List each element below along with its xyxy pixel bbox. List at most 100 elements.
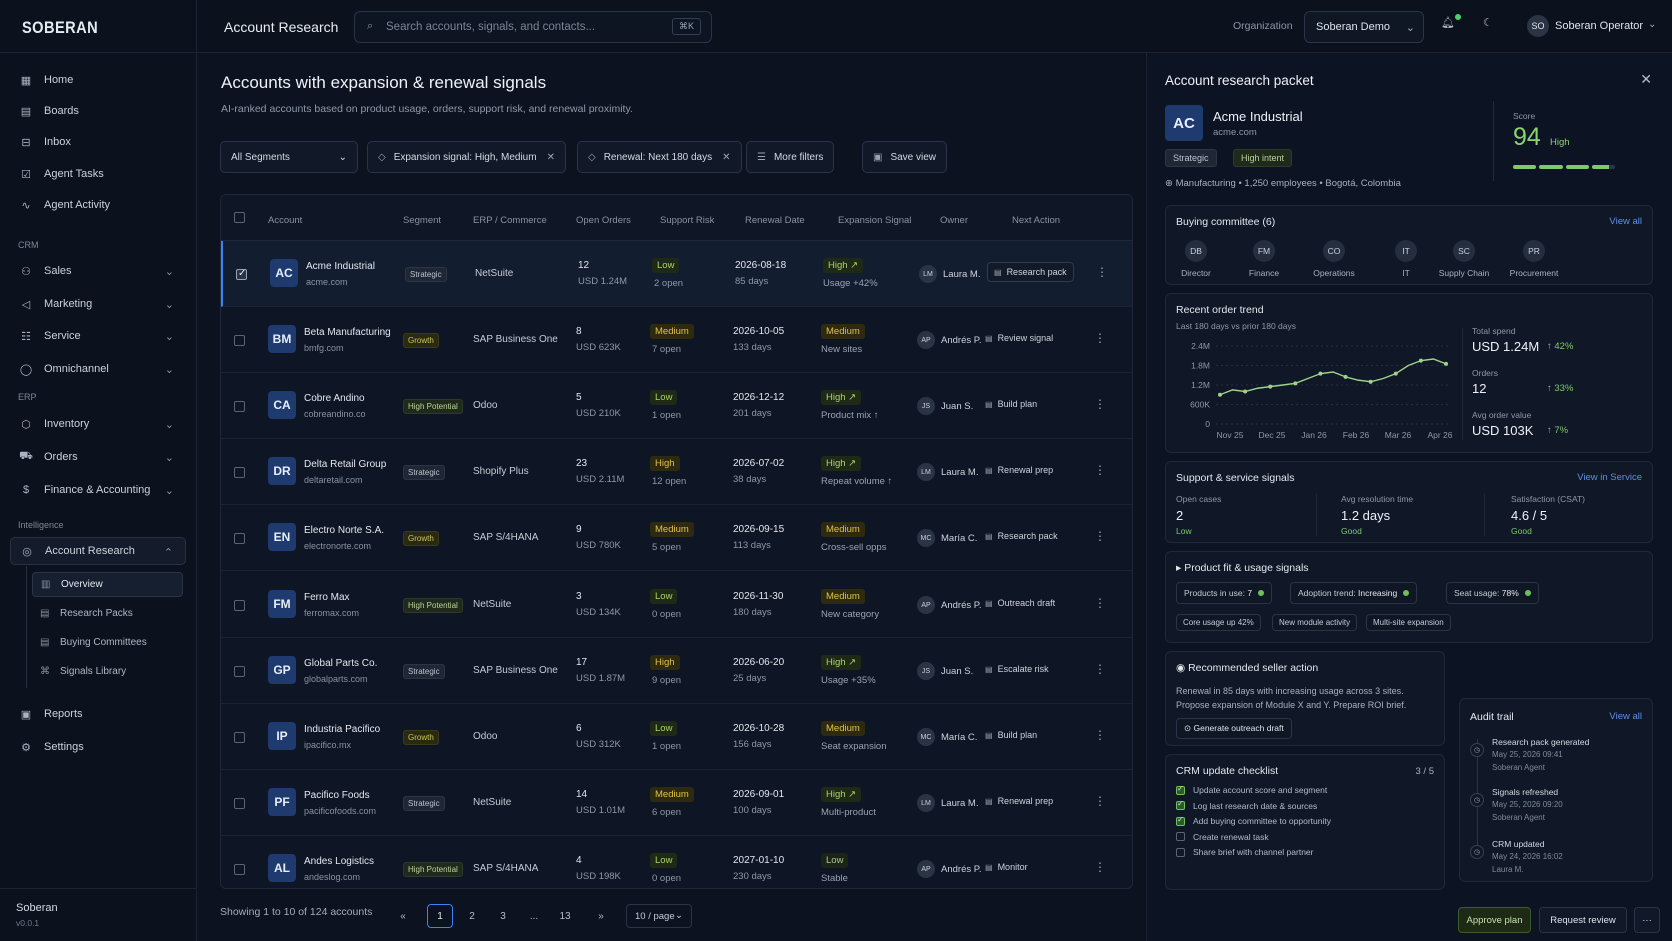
row-menu-icon[interactable]: ⋮: [1094, 596, 1106, 610]
request-review-button[interactable]: Request review: [1539, 907, 1627, 933]
table-row[interactable]: FM Ferro Max ferromax.com High Potential Net…: [221, 572, 1132, 638]
committee-member[interactable]: PR Procurement: [1504, 240, 1564, 278]
row-menu-icon[interactable]: ⋮: [1096, 265, 1108, 279]
user-name[interactable]: Soberan Operator: [1555, 20, 1643, 32]
filter-chip-expansion[interactable]: ◇ Expansion signal: High, Medium ✕: [367, 141, 566, 173]
first-page-button[interactable]: «: [390, 904, 416, 928]
row-menu-icon[interactable]: ⋮: [1094, 860, 1106, 874]
sidebar-item-account-research[interactable]: ◎ Account Research ⌃: [10, 537, 186, 565]
sidebar-item-omnichannel[interactable]: ◯ Omnichannel ⌄: [10, 355, 186, 383]
next-action-button[interactable]: ▤ Build plan: [985, 730, 1037, 740]
checkbox[interactable]: [1176, 847, 1185, 857]
column-header[interactable]: Expansion Signal: [838, 215, 911, 226]
next-action-button[interactable]: ▤ Research pack: [985, 531, 1058, 541]
table-row[interactable]: BM Beta Manufacturing bmfg.com Growth SAP Bu…: [221, 307, 1132, 373]
checklist-item[interactable]: Update account score and segment: [1176, 784, 1327, 795]
table-row[interactable]: CA Cobre Andino cobreandino.co High Potenti…: [221, 373, 1132, 439]
sidebar-subitem-signals-library[interactable]: ⌘ Signals Library: [32, 659, 183, 684]
sidebar-item-marketing[interactable]: ◁ Marketing ⌄: [10, 290, 186, 318]
next-action-button[interactable]: ▤ Review signal: [985, 333, 1053, 343]
sidebar-item-inventory[interactable]: ⬡ Inventory ⌄: [10, 410, 186, 438]
generate-outreach-button[interactable]: ⊙ Generate outreach draft: [1176, 718, 1292, 739]
approve-plan-button[interactable]: Approve plan: [1458, 907, 1531, 933]
per-page-select[interactable]: 10 / page ⌄: [626, 904, 692, 928]
row-menu-icon[interactable]: ⋮: [1094, 794, 1106, 808]
next-action-button[interactable]: ▤ Monitor: [985, 862, 1028, 872]
row-menu-icon[interactable]: ⋮: [1094, 529, 1106, 543]
row-checkbox[interactable]: [234, 401, 245, 412]
filter-chip-renewal[interactable]: ◇ Renewal: Next 180 days ✕: [577, 141, 742, 173]
committee-member[interactable]: IT IT: [1376, 240, 1436, 278]
row-checkbox[interactable]: [234, 666, 245, 677]
row-checkbox[interactable]: [234, 533, 245, 544]
column-header[interactable]: Renewal Date: [745, 215, 805, 226]
row-checkbox[interactable]: [236, 268, 247, 280]
page-button[interactable]: 13: [552, 904, 578, 928]
checkbox[interactable]: [1176, 799, 1185, 810]
last-page-button[interactable]: »: [588, 904, 614, 928]
next-action-button[interactable]: ▤ Escalate risk: [985, 664, 1049, 674]
close-icon[interactable]: ✕: [1640, 71, 1652, 88]
column-header[interactable]: ERP / Commerce: [473, 215, 547, 226]
page-button[interactable]: 1: [427, 904, 453, 928]
sidebar-item-settings[interactable]: ⚙ Settings: [10, 733, 186, 761]
table-row[interactable]: EN Electro Norte S.A. electronorte.com Grow…: [221, 505, 1132, 571]
search-input[interactable]: ⌕ Search accounts, signals, and contacts…: [354, 11, 712, 43]
checklist-item[interactable]: Create renewal task: [1176, 832, 1269, 842]
next-action-button[interactable]: ▤ Research pack: [987, 262, 1074, 282]
checkbox[interactable]: [1176, 832, 1185, 841]
checkbox[interactable]: [1176, 784, 1185, 795]
column-header[interactable]: Owner: [940, 215, 968, 226]
table-row[interactable]: PF Pacifico Foods pacificofoods.com Strateg…: [221, 770, 1132, 836]
sidebar-item-sales[interactable]: ⚇ Sales ⌄: [10, 257, 186, 285]
sidebar-item-service[interactable]: ☷ Service ⌄: [10, 322, 186, 350]
sidebar-item-agent-tasks[interactable]: ☑ Agent Tasks: [10, 160, 186, 188]
column-header[interactable]: Segment: [403, 215, 441, 226]
committee-member[interactable]: FM Finance: [1234, 240, 1294, 278]
row-menu-icon[interactable]: ⋮: [1094, 331, 1106, 345]
sidebar-item-reports[interactable]: ▣ Reports: [10, 700, 186, 728]
row-checkbox[interactable]: [234, 600, 245, 611]
checkbox[interactable]: [1176, 815, 1185, 826]
row-menu-icon[interactable]: ⋮: [1094, 728, 1106, 742]
more-options-button[interactable]: ···: [1634, 907, 1660, 933]
committee-member[interactable]: SC Supply Chain: [1434, 240, 1494, 278]
column-header[interactable]: Open Orders: [576, 215, 631, 226]
checklist-item[interactable]: Share brief with channel partner: [1176, 847, 1314, 857]
close-icon[interactable]: ✕: [547, 152, 555, 163]
sidebar-item-boards[interactable]: ▤ Boards: [10, 97, 186, 125]
more-filters-button[interactable]: ☰ More filters: [746, 141, 835, 173]
sidebar-item-inbox[interactable]: ⊟ Inbox: [10, 128, 186, 156]
table-row[interactable]: GP Global Parts Co. globalparts.com Strateg…: [221, 638, 1132, 704]
segments-dropdown[interactable]: All Segments ⌄: [220, 141, 358, 173]
sidebar-item-finance[interactable]: $ Finance & Accounting ⌄: [10, 476, 186, 504]
page-button[interactable]: 2: [459, 904, 485, 928]
org-select[interactable]: Soberan Demo ⌄: [1304, 11, 1424, 43]
view-in-service-link[interactable]: View in Service: [1577, 472, 1642, 483]
save-view-button[interactable]: ▣ Save view: [862, 141, 948, 173]
row-checkbox[interactable]: [234, 467, 245, 478]
row-checkbox[interactable]: [234, 798, 245, 809]
moon-icon[interactable]: ☾: [1483, 16, 1493, 29]
view-all-link[interactable]: View all: [1609, 216, 1642, 227]
column-header[interactable]: Support Risk: [660, 215, 714, 226]
view-all-link[interactable]: View all: [1609, 711, 1642, 722]
avatar[interactable]: SO: [1527, 15, 1549, 37]
row-checkbox[interactable]: [234, 732, 245, 743]
table-row[interactable]: AL Andes Logistics andeslog.com High Potent…: [221, 836, 1132, 888]
column-header[interactable]: Account: [268, 215, 302, 226]
checklist-item[interactable]: Add buying committee to opportunity: [1176, 815, 1331, 826]
chevron-down-icon[interactable]: ⌄: [1648, 19, 1656, 30]
close-icon[interactable]: ✕: [722, 152, 730, 163]
row-checkbox[interactable]: [234, 864, 245, 875]
next-action-button[interactable]: ▤ Renewal prep: [985, 465, 1053, 475]
checklist-item[interactable]: Log last research date & sources: [1176, 799, 1317, 811]
sidebar-subitem-research-packs[interactable]: ▤ Research Packs: [32, 601, 183, 626]
next-action-button[interactable]: ▤ Renewal prep: [985, 796, 1053, 806]
select-all-checkbox[interactable]: [234, 212, 245, 223]
row-checkbox[interactable]: [234, 335, 245, 346]
row-menu-icon[interactable]: ⋮: [1094, 463, 1106, 477]
sidebar-item-orders[interactable]: ⛟ Orders ⌄: [10, 443, 186, 471]
sidebar-subitem-buying-committees[interactable]: ▤ Buying Committees: [32, 630, 183, 655]
column-header[interactable]: Next Action: [1012, 215, 1060, 226]
